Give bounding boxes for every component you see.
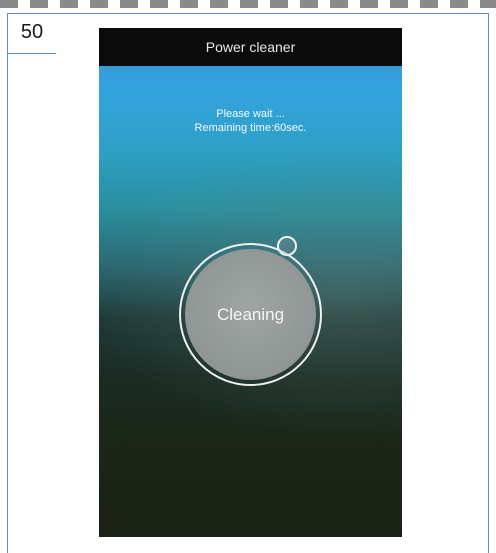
cleaning-button[interactable]: Cleaning [185, 249, 316, 380]
page-top-strip [0, 0, 496, 8]
status-text: Please wait ... Remaining time:60sec. [99, 107, 402, 135]
page-number-rule [8, 53, 56, 54]
remaining-time-text: Remaining time:60sec. [194, 122, 307, 134]
status-wait-text: Please wait ... [216, 108, 285, 120]
progress-indicator-dot [277, 236, 297, 256]
app-title-bar: Power cleaner [99, 28, 402, 66]
cleaning-label: Cleaning [216, 304, 285, 324]
phone-screen: Power cleaner Please wait ... Remaining … [99, 28, 402, 537]
page-number: 50 [20, 20, 44, 43]
app-title: Power cleaner [205, 39, 296, 55]
